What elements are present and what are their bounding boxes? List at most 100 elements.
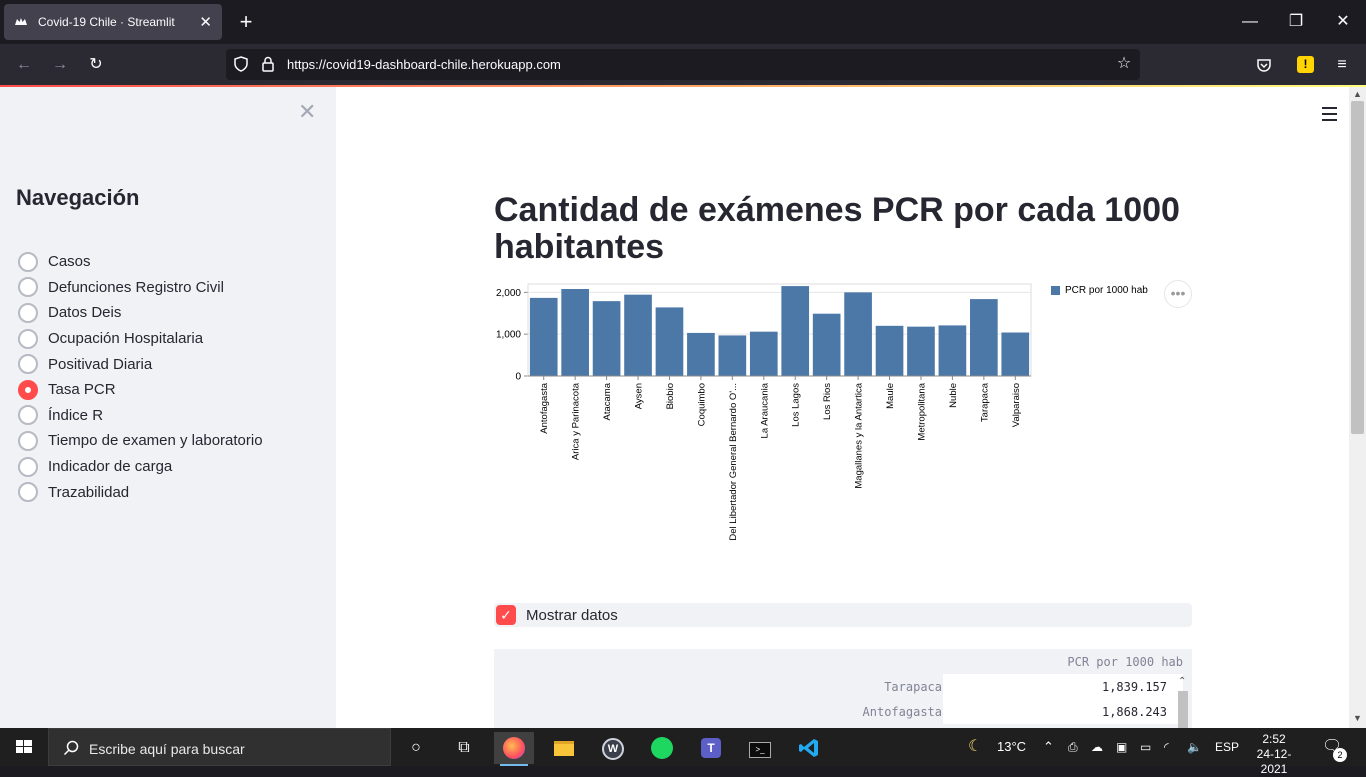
data-table[interactable]: PCR por 1000 hab Tarapaca 1,839.157 Anto…	[494, 649, 1192, 728]
cortana-icon[interactable]: ○	[396, 732, 436, 764]
pocket-icon[interactable]	[1256, 57, 1272, 73]
spotify-icon[interactable]	[642, 732, 682, 764]
page: ✕ Navegación Casos Defunciones Registro C…	[0, 87, 1349, 728]
bar	[938, 325, 967, 376]
taskbar-search-placeholder: Escribe aquí para buscar	[89, 741, 245, 757]
tab-close-icon[interactable]: ✕	[199, 13, 212, 31]
browser-tab[interactable]: Covid-19 Chile · Streamlit ✕	[4, 4, 222, 40]
task-view-icon[interactable]: ⧉	[444, 732, 484, 764]
volume-icon[interactable]: 🔈	[1187, 728, 1202, 766]
table-cell[interactable]: 1,839.157	[943, 674, 1183, 699]
x-tick-label: Atacama	[602, 382, 613, 420]
radio-button[interactable]	[18, 328, 38, 349]
forward-arrow-icon[interactable]: →	[46, 52, 74, 78]
table-row[interactable]: Tarapaca 1,839.157	[494, 674, 1192, 699]
vscode-icon[interactable]	[789, 732, 829, 764]
table-cell[interactable]: 1,868.243	[943, 699, 1183, 724]
restore-window-icon[interactable]: ❐	[1273, 0, 1319, 44]
radio-option[interactable]: Casos	[18, 249, 263, 275]
radio-option[interactable]: Indicador de carga	[18, 454, 263, 480]
show-data-checkbox[interactable]: ✓	[496, 605, 516, 625]
legend-swatch	[1051, 286, 1060, 295]
page-scrollbar-thumb[interactable]	[1351, 101, 1364, 434]
app-menu-icon[interactable]: ≡	[1328, 52, 1356, 78]
x-tick-label: Antofagasta	[539, 382, 550, 433]
teams-icon[interactable]: T	[691, 732, 731, 764]
table-scrollbar-thumb[interactable]	[1178, 691, 1188, 728]
bar	[592, 301, 621, 376]
table-row[interactable]: Antofagasta 1,868.243	[494, 699, 1192, 724]
radio-button[interactable]	[18, 277, 38, 298]
radio-button[interactable]	[18, 405, 38, 426]
bar	[970, 299, 998, 376]
y-tick-label: 2,000	[496, 288, 521, 299]
scroll-down-icon[interactable]: ▼	[1349, 713, 1366, 723]
tray-usb-icon[interactable]: ⎙	[1068, 728, 1078, 766]
radio-option[interactable]: Índice R	[18, 403, 263, 429]
radio-option[interactable]: Positivad Diaria	[18, 351, 263, 377]
radio-button[interactable]	[18, 379, 38, 400]
radio-button[interactable]	[18, 456, 38, 477]
chart-actions-menu-button[interactable]: •••	[1164, 280, 1192, 308]
page-scrollbar[interactable]: ▲ ▼	[1349, 87, 1366, 728]
y-tick-label: 0	[515, 372, 521, 383]
wifi-icon[interactable]: ◜	[1164, 728, 1169, 766]
battery-icon[interactable]: ▭	[1140, 728, 1151, 766]
x-tick-label: Magallanes y la Antartica	[854, 382, 865, 488]
extension-icon[interactable]: !	[1297, 56, 1314, 73]
x-tick-label: Aysen	[634, 383, 645, 409]
table-scroll-up-icon[interactable]: ⌃	[1178, 676, 1186, 687]
url-bar[interactable]: https://covid19-dashboard-chile.herokuap…	[226, 49, 1140, 80]
table-scrollbar[interactable]: ⌃	[1175, 676, 1191, 728]
radio-button[interactable]	[18, 354, 38, 375]
weather-moon-icon[interactable]: ☾	[968, 728, 982, 766]
x-tick-label: Nuble	[948, 383, 959, 408]
close-window-icon[interactable]: ✕	[1320, 0, 1366, 44]
bookmark-star-icon[interactable]: ☆	[1115, 55, 1133, 73]
windows-start-icon[interactable]	[0, 728, 48, 766]
sidebar-close-icon[interactable]: ✕	[298, 101, 316, 123]
table-column-header[interactable]: PCR por 1000 hab	[1067, 655, 1183, 669]
bar	[844, 292, 872, 376]
chart-legend: PCR por 1000 hab	[1051, 285, 1148, 296]
x-tick-label: Valparaiso	[1011, 383, 1022, 427]
y-tick-label: 1,000	[496, 330, 521, 341]
reload-icon[interactable]: ↻	[82, 52, 110, 78]
radio-option[interactable]: Tiempo de examen y laboratorio	[18, 428, 263, 454]
scroll-up-icon[interactable]: ▲	[1349, 89, 1366, 99]
radio-button[interactable]	[18, 482, 38, 503]
clock-date: 24-12-2021	[1256, 747, 1292, 776]
taskbar-clock[interactable]: 2:52 24-12-2021	[1248, 732, 1300, 777]
bar	[655, 307, 684, 376]
taskbar-search-box[interactable]: Escribe aquí para buscar	[48, 728, 391, 766]
back-arrow-icon[interactable]: ←	[10, 52, 38, 78]
radio-label: Positivad Diaria	[48, 355, 153, 373]
show-hidden-icons-icon[interactable]: ⌃	[1043, 728, 1054, 766]
show-data-checkbox-row[interactable]: ✓ Mostrar datos	[494, 603, 1192, 627]
radio-option[interactable]: Tasa PCR	[18, 377, 263, 403]
radio-option[interactable]: Defunciones Registro Civil	[18, 275, 263, 301]
x-tick-label: Los Rios	[822, 383, 833, 420]
shield-icon[interactable]	[232, 55, 250, 73]
radio-option[interactable]: Ocupación Hospitalaria	[18, 326, 263, 352]
radio-option[interactable]: Trazabilidad	[18, 479, 263, 505]
onedrive-cloud-icon[interactable]: ☁	[1091, 728, 1103, 766]
x-tick-label: Biobio	[665, 383, 676, 409]
x-tick-label: Metropolitana	[916, 382, 927, 440]
language-indicator[interactable]: ESP	[1215, 728, 1239, 766]
x-tick-label: Arica y Parinacota	[571, 382, 582, 460]
hamburger-menu-icon[interactable]	[1322, 107, 1337, 121]
file-explorer-icon[interactable]	[544, 732, 584, 764]
temperature-text[interactable]: 13°C	[997, 728, 1026, 766]
terminal-icon[interactable]: >_	[740, 732, 780, 764]
tray-app-icon[interactable]: ▣	[1116, 728, 1127, 766]
radio-button[interactable]	[18, 302, 38, 323]
minimize-window-icon[interactable]: —	[1227, 0, 1273, 44]
radio-option[interactable]: Datos Deis	[18, 300, 263, 326]
radio-button[interactable]	[18, 430, 38, 451]
lock-icon[interactable]	[259, 55, 277, 73]
radio-button[interactable]	[18, 251, 38, 272]
app-w-icon[interactable]: W	[593, 732, 633, 764]
firefox-taskbar-icon[interactable]	[494, 732, 534, 766]
new-tab-button[interactable]: +	[232, 8, 260, 36]
